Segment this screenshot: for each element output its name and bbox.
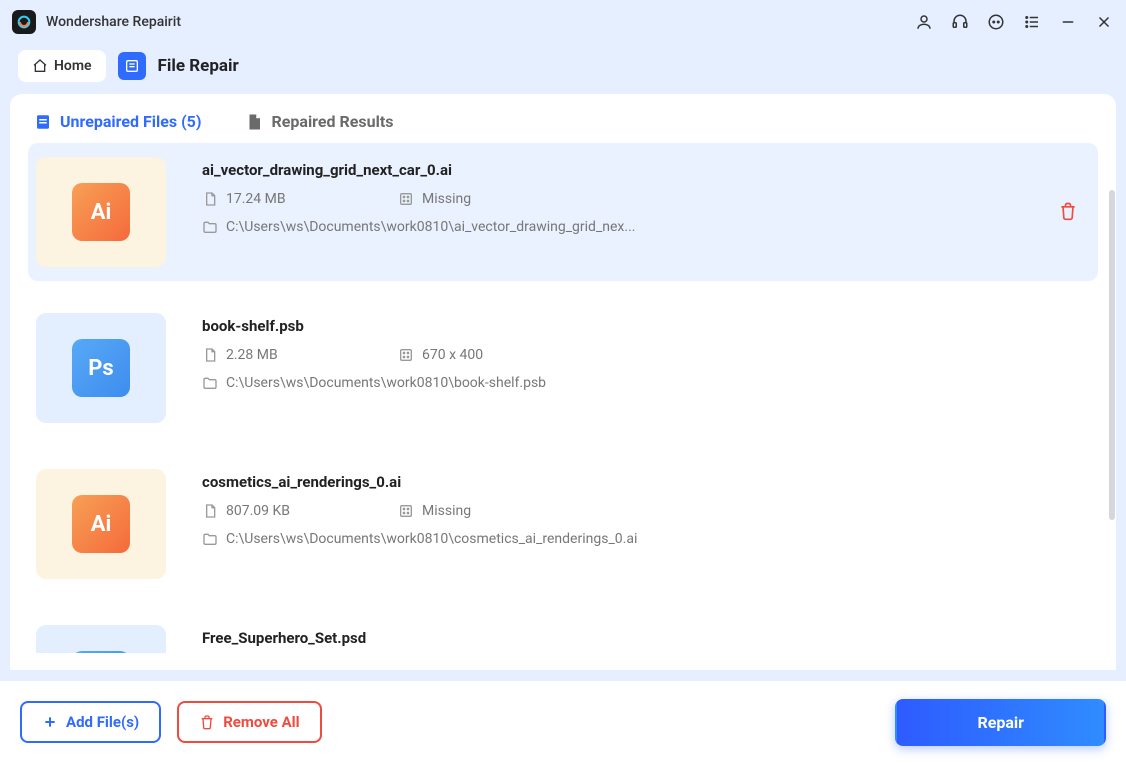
repair-button[interactable]: Repair: [895, 699, 1106, 746]
file-thumbnail: Ai: [36, 469, 166, 579]
file-name: ai_vector_drawing_grid_next_car_0.ai: [202, 161, 1090, 179]
file-info: book-shelf.psb 2.28 MB 670 x 400 C:\User…: [202, 313, 1090, 391]
headset-icon[interactable]: [950, 12, 970, 32]
file-repair-icon: [118, 52, 146, 80]
breadcrumb: Home File Repair: [0, 44, 1126, 94]
file-dimensions: Missing: [398, 503, 471, 519]
file-thumbnail: Ps: [36, 313, 166, 423]
file-name: book-shelf.psb: [202, 317, 1090, 335]
file-size: 807.09 KB: [202, 503, 312, 519]
menu-list-icon[interactable]: [1022, 12, 1042, 32]
file-badge-ps: Ps: [72, 339, 130, 397]
file-badge-ps: Ps: [72, 651, 130, 653]
minimize-icon[interactable]: [1058, 12, 1078, 32]
scrollbar-thumb[interactable]: [1109, 190, 1115, 520]
remove-all-button[interactable]: Remove All: [177, 701, 321, 743]
file-name: cosmetics_ai_renderings_0.ai: [202, 473, 1090, 491]
file-meta: 2.28 MB 670 x 400: [202, 347, 1090, 363]
file-badge-ai: Ai: [72, 183, 130, 241]
file-path: C:\Users\ws\Documents\work0810\cosmetics…: [202, 531, 1090, 547]
user-icon[interactable]: [914, 12, 934, 32]
close-icon[interactable]: [1094, 12, 1114, 32]
remove-all-label: Remove All: [223, 713, 299, 731]
file-info: ai_vector_drawing_grid_next_car_0.ai 17.…: [202, 157, 1090, 235]
tab-unrepaired-label: Unrepaired Files (5): [60, 112, 201, 131]
file-icon: [245, 113, 263, 131]
tab-repaired[interactable]: Repaired Results: [245, 112, 393, 131]
add-files-label: Add File(s): [66, 713, 139, 731]
file-path: C:\Users\ws\Documents\work0810\book-shel…: [202, 375, 1090, 391]
file-row[interactable]: Ps Free_Superhero_Set.psd 8.74 MB 870 x …: [28, 611, 1098, 653]
titlebar: Wondershare Repairit: [0, 0, 1126, 44]
breadcrumb-current: File Repair: [158, 56, 239, 76]
home-icon: [32, 58, 48, 74]
file-path: C:\Users\ws\Documents\work0810\ai_vector…: [202, 219, 1090, 235]
file-row[interactable]: Ai ai_vector_drawing_grid_next_car_0.ai …: [28, 143, 1098, 281]
chat-icon[interactable]: [986, 12, 1006, 32]
plus-icon: [42, 714, 58, 730]
file-meta: 807.09 KB Missing: [202, 503, 1090, 519]
delete-file-button[interactable]: [1058, 201, 1080, 223]
file-name: Free_Superhero_Set.psd: [202, 629, 1090, 647]
file-info: cosmetics_ai_renderings_0.ai 807.09 KB M…: [202, 469, 1090, 547]
app-logo: [12, 10, 36, 34]
tab-unrepaired[interactable]: Unrepaired Files (5): [34, 112, 201, 131]
trash-icon: [199, 714, 215, 730]
file-thumbnail: Ps: [36, 625, 166, 653]
tab-repaired-label: Repaired Results: [271, 112, 393, 131]
file-dimensions: Missing: [398, 191, 471, 207]
file-row[interactable]: Ps book-shelf.psb 2.28 MB 670 x 400 C:\U…: [28, 299, 1098, 437]
file-list: Ai ai_vector_drawing_grid_next_car_0.ai …: [10, 143, 1116, 653]
home-label: Home: [54, 58, 92, 74]
file-dimensions: 670 x 400: [398, 347, 483, 363]
file-info: Free_Superhero_Set.psd 8.74 MB 870 x 137…: [202, 625, 1090, 653]
file-thumbnail: Ai: [36, 157, 166, 267]
file-icon: [34, 113, 52, 131]
app-title: Wondershare Repairit: [46, 14, 181, 30]
bottom-bar: Add File(s) Remove All Repair: [0, 681, 1126, 763]
repair-label: Repair: [977, 713, 1024, 732]
tabs: Unrepaired Files (5) Repaired Results: [10, 94, 1116, 143]
bottom-left: Add File(s) Remove All: [20, 701, 322, 743]
main-panel: Unrepaired Files (5) Repaired Results Ai…: [10, 94, 1116, 670]
file-size: 2.28 MB: [202, 347, 312, 363]
titlebar-right: [914, 12, 1114, 32]
titlebar-left: Wondershare Repairit: [12, 10, 181, 34]
scrollbar[interactable]: [1108, 190, 1116, 670]
file-badge-ai: Ai: [72, 495, 130, 553]
file-row[interactable]: Ai cosmetics_ai_renderings_0.ai 807.09 K…: [28, 455, 1098, 593]
file-size: 17.24 MB: [202, 191, 312, 207]
file-meta: 17.24 MB Missing: [202, 191, 1090, 207]
home-button[interactable]: Home: [18, 50, 106, 82]
add-files-button[interactable]: Add File(s): [20, 701, 161, 743]
